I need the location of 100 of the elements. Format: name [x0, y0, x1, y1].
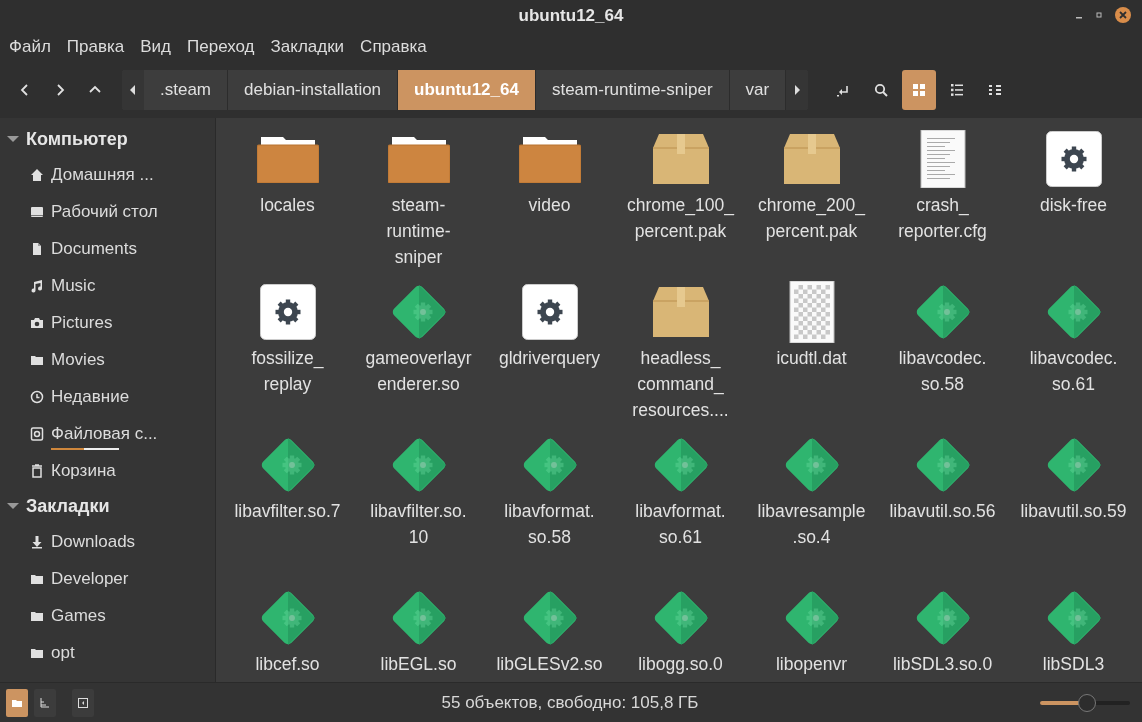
file-name[interactable]: headless_command_resources....	[625, 345, 736, 423]
menu-item[interactable]: Переход	[187, 37, 255, 57]
sidebar-item[interactable]: Downloads	[0, 523, 215, 560]
text-document-icon	[919, 130, 966, 188]
file-name[interactable]: icudtl.dat	[756, 345, 867, 371]
sidebar-item[interactable]: Games	[0, 597, 215, 634]
monitor-icon	[30, 204, 44, 219]
cardboard-box-icon	[652, 134, 709, 184]
zoom-slider[interactable]	[1040, 693, 1130, 712]
file-name[interactable]: libGLESv2.so	[494, 651, 605, 677]
search-icon	[874, 83, 889, 97]
scroll-right-button[interactable]	[786, 70, 809, 110]
breadcrumb-button[interactable]: steam-runtime-sniper	[535, 70, 730, 110]
gear-icon	[521, 284, 578, 340]
file-name[interactable]: gldriverquery	[494, 345, 605, 371]
section-header: Компьютер	[26, 128, 128, 150]
folder-icon	[387, 135, 450, 183]
menu-item[interactable]: Справка	[360, 37, 427, 57]
sidebar-item[interactable]: opt	[0, 634, 215, 671]
file-name[interactable]: locales	[232, 192, 343, 218]
menu-item[interactable]: Вид	[140, 37, 171, 57]
sidebar-toggle-button[interactable]	[72, 688, 94, 717]
folder-icon	[12, 697, 22, 708]
sidebar-item[interactable]: Домашняя ...	[0, 156, 215, 193]
tree-icon	[40, 697, 50, 708]
gear-icon	[259, 284, 316, 340]
item-label: Games	[51, 605, 106, 626]
list-icon	[950, 83, 965, 97]
file-name[interactable]: steam-runtime-sniper	[363, 192, 474, 270]
sidebar-item[interactable]: Корзина	[0, 452, 215, 489]
checkered-document-icon	[788, 281, 835, 343]
item-label: Pictures	[51, 312, 113, 333]
triangle-left-icon	[129, 85, 137, 95]
breadcrumb-button[interactable]: .steam	[144, 70, 229, 110]
file-name[interactable]: video	[494, 192, 605, 218]
camera-icon	[30, 315, 44, 330]
triangle-right-icon	[793, 85, 802, 95]
file-name[interactable]: fossilize_replay	[232, 345, 343, 397]
file-name[interactable]: libavutil.so.59	[1018, 498, 1129, 524]
status-text: 55 объектов, свободно: 105,8 ГБ	[440, 692, 700, 713]
menu-item[interactable]: Файл	[9, 37, 51, 57]
slider-thumb[interactable]	[1077, 693, 1096, 712]
item-label: Movies	[51, 349, 105, 370]
menu-item[interactable]: Закладки	[270, 37, 345, 57]
sidebar-item[interactable]: Рабочий стол	[0, 193, 215, 230]
sidebar-item[interactable]: Недавние	[0, 378, 215, 415]
gear-icon	[1045, 131, 1102, 187]
section-header: Закладки	[26, 495, 110, 517]
item-label: Downloads	[51, 531, 136, 552]
item-label: Developer	[51, 568, 129, 589]
file-name[interactable]: disk-free	[1018, 192, 1129, 218]
item-label: Корзина	[51, 460, 116, 481]
file-name[interactable]: libopenvr	[756, 651, 867, 677]
sidebar-item[interactable]: Pictures	[0, 304, 215, 341]
file-name[interactable]: libavcodec.so.61	[1018, 345, 1129, 397]
item-label: Рабочий стол	[51, 201, 158, 222]
sidebar-item[interactable]: Documents	[0, 230, 215, 267]
file-name[interactable]: chrome_200_percent.pak	[756, 192, 867, 244]
item-label: Домашняя ...	[51, 164, 154, 185]
file-name[interactable]: crash_reporter.cfg	[887, 192, 998, 244]
sidebar-item[interactable]: Developer	[0, 560, 215, 597]
file-name[interactable]: libavresample.so.4	[756, 498, 867, 550]
return-arrow-icon	[836, 83, 851, 97]
file-name[interactable]: libavformat.so.58	[494, 498, 605, 550]
sidebar-toggle-icon	[78, 697, 88, 708]
file-name[interactable]: gameoverlayrenderer.so	[363, 345, 474, 397]
folder-icon	[518, 135, 581, 183]
item-label: Недавние	[51, 386, 130, 407]
tree-pane-button[interactable]	[34, 688, 56, 717]
scroll-left-button[interactable]	[122, 70, 144, 110]
sidebar-item[interactable]: Файловая с...	[0, 415, 215, 452]
close-icon[interactable]	[1114, 6, 1132, 24]
item-label: Music	[51, 275, 96, 296]
file-name[interactable]: libSDL3.so.0	[887, 651, 998, 677]
file-name[interactable]: libavfilter.so.10	[363, 498, 474, 550]
places-pane-button[interactable]	[6, 688, 28, 717]
file-name[interactable]: libSDL3	[1018, 651, 1129, 677]
item-label: Documents	[51, 238, 137, 259]
maximize-icon[interactable]	[1094, 10, 1104, 20]
icon-view-button[interactable]	[902, 70, 937, 110]
document-icon	[30, 241, 44, 256]
folder-icon	[256, 135, 319, 183]
drive-icon	[30, 426, 44, 441]
file-name[interactable]: libavcodec.so.58	[887, 345, 998, 397]
menu-item[interactable]: Правка	[66, 37, 125, 57]
sidebar-item[interactable]: Movies	[0, 341, 215, 378]
file-name[interactable]: libavutil.so.56	[887, 498, 998, 524]
file-name[interactable]: libEGL.so	[363, 651, 474, 677]
file-name[interactable]: chrome_100_percent.pak	[625, 192, 736, 244]
item-label: opt	[51, 642, 75, 663]
file-name[interactable]: libavfilter.so.7	[232, 498, 343, 524]
sidebar-item[interactable]: Music	[0, 267, 215, 304]
file-name[interactable]: libcef.so	[232, 651, 343, 677]
file-name[interactable]: libavformat.so.61	[625, 498, 736, 550]
download-icon	[30, 534, 44, 549]
window-title: ubuntu12_64	[518, 6, 624, 26]
compact-list-icon	[988, 83, 1003, 97]
clock-icon	[30, 389, 44, 404]
file-name[interactable]: libogg.so.0	[625, 651, 736, 677]
home-icon	[30, 167, 44, 182]
